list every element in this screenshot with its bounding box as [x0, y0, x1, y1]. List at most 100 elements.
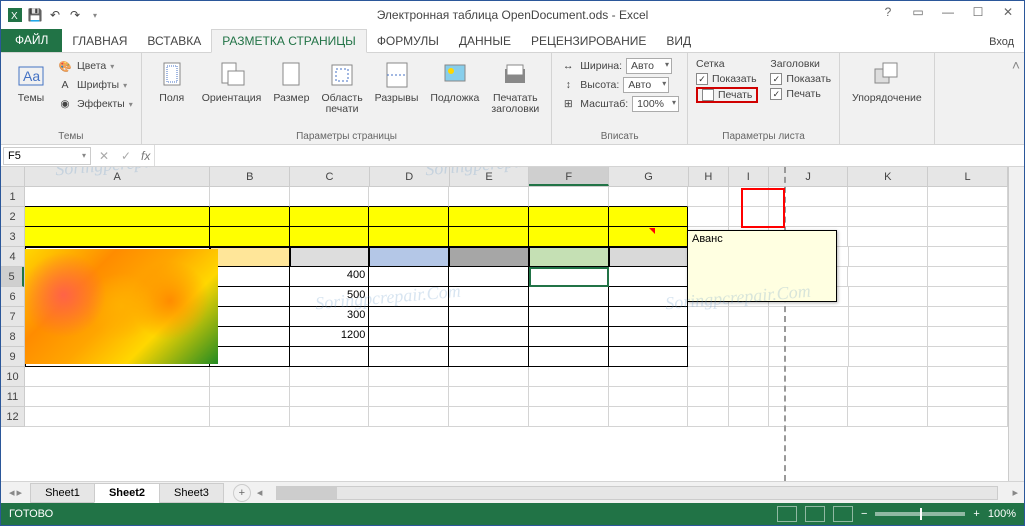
cell-E5[interactable] — [449, 267, 529, 287]
new-sheet-button[interactable]: + — [233, 484, 251, 502]
column-header-K[interactable]: K — [848, 167, 928, 186]
row-header-7[interactable]: 7 — [1, 307, 24, 327]
cell-C3[interactable] — [290, 227, 370, 247]
cell-G11[interactable] — [609, 387, 689, 407]
cell-I12[interactable] — [729, 407, 769, 427]
row-header-3[interactable]: 3 — [1, 227, 24, 247]
row-header-11[interactable]: 11 — [1, 387, 24, 407]
cell-K2[interactable] — [848, 207, 928, 227]
cell-D1[interactable] — [369, 187, 449, 207]
theme-colors-button[interactable]: 🎨Цвета▾ — [57, 57, 133, 75]
cell-C10[interactable] — [290, 367, 370, 387]
cell-A10[interactable] — [25, 367, 210, 387]
gridlines-print-checkbox[interactable]: Печать — [696, 87, 758, 103]
print-area-button[interactable]: Область печати — [317, 57, 366, 117]
scale-spinner[interactable]: 100% — [632, 96, 679, 112]
cell-E8[interactable] — [449, 327, 529, 347]
cell-E10[interactable] — [449, 367, 529, 387]
tab-home[interactable]: ГЛАВНАЯ — [62, 30, 137, 52]
cell-E1[interactable] — [449, 187, 529, 207]
minimize-icon[interactable]: — — [936, 3, 960, 21]
cell-I8[interactable] — [729, 327, 769, 347]
cell-J7[interactable] — [769, 307, 849, 327]
cell-I11[interactable] — [729, 387, 769, 407]
cell-H8[interactable] — [688, 327, 728, 347]
collapse-ribbon-icon[interactable]: ˄ — [1008, 53, 1024, 144]
comment-indicator-icon[interactable] — [649, 228, 655, 234]
zoom-in-button[interactable]: + — [973, 508, 979, 520]
height-select[interactable]: Авто — [623, 77, 669, 93]
cell-C1[interactable] — [290, 187, 370, 207]
cell-B6[interactable] — [210, 287, 290, 307]
tab-page-layout[interactable]: РАЗМЕТКА СТРАНИЦЫ — [211, 29, 367, 53]
cell-A1[interactable] — [25, 187, 210, 207]
cell-B12[interactable] — [210, 407, 290, 427]
cell-D10[interactable] — [369, 367, 449, 387]
headings-view-checkbox[interactable]: ✓Показать — [770, 72, 831, 86]
cell-C2[interactable] — [290, 207, 370, 227]
cell-G2[interactable] — [609, 207, 689, 227]
cell-K12[interactable] — [848, 407, 928, 427]
cell-I9[interactable] — [729, 347, 769, 367]
cell-C5[interactable]: 400 — [290, 267, 370, 287]
cell-I7[interactable] — [729, 307, 769, 327]
tab-insert[interactable]: ВСТАВКА — [137, 30, 211, 52]
cell-F7[interactable] — [529, 307, 609, 327]
cell-G10[interactable] — [609, 367, 689, 387]
cell-D3[interactable] — [369, 227, 449, 247]
save-icon[interactable]: 💾 — [27, 7, 43, 23]
cell-H10[interactable] — [688, 367, 728, 387]
row-header-1[interactable]: 1 — [1, 187, 24, 207]
cell-L9[interactable] — [928, 347, 1008, 367]
column-header-A[interactable]: A — [25, 167, 210, 186]
orientation-button[interactable]: Ориентация — [198, 57, 266, 106]
cell-C11[interactable] — [290, 387, 370, 407]
row-header-4[interactable]: 4 — [1, 247, 24, 267]
cell-D8[interactable] — [369, 327, 449, 347]
row-header-5[interactable]: 5 — [1, 267, 24, 287]
embedded-image[interactable] — [25, 249, 218, 364]
cell-I10[interactable] — [729, 367, 769, 387]
page-layout-view-button[interactable] — [805, 506, 825, 522]
undo-icon[interactable]: ↶ — [47, 7, 63, 23]
cell-C9[interactable] — [290, 347, 370, 367]
cell-L6[interactable] — [928, 287, 1008, 307]
column-header-D[interactable]: D — [370, 167, 450, 186]
comment-box[interactable]: Аванс — [687, 230, 837, 302]
cell-G8[interactable] — [609, 327, 689, 347]
row-header-2[interactable]: 2 — [1, 207, 24, 227]
cell-L7[interactable] — [928, 307, 1008, 327]
cell-E7[interactable] — [449, 307, 529, 327]
cell-H12[interactable] — [688, 407, 728, 427]
cell-F11[interactable] — [529, 387, 609, 407]
cell-H7[interactable] — [688, 307, 728, 327]
row-header-6[interactable]: 6 — [1, 287, 24, 307]
themes-button[interactable]: Aa Темы — [9, 57, 53, 106]
theme-fonts-button[interactable]: AШрифты▾ — [57, 76, 133, 94]
cell-L12[interactable] — [928, 407, 1008, 427]
zoom-slider[interactable] — [875, 512, 965, 516]
column-header-B[interactable]: B — [210, 167, 290, 186]
sheet-tab-1[interactable]: Sheet1 — [30, 483, 95, 503]
cell-D7[interactable] — [369, 307, 449, 327]
cell-A3[interactable] — [25, 227, 210, 247]
cell-F12[interactable] — [529, 407, 609, 427]
cell-B7[interactable] — [210, 307, 290, 327]
width-select[interactable]: Авто — [626, 58, 672, 74]
cell-L2[interactable] — [928, 207, 1008, 227]
cell-K7[interactable] — [849, 307, 929, 327]
cell-B11[interactable] — [210, 387, 290, 407]
zoom-out-button[interactable]: − — [861, 508, 867, 520]
column-header-C[interactable]: C — [290, 167, 370, 186]
cell-B9[interactable] — [210, 347, 290, 367]
cell-K3[interactable] — [848, 227, 928, 247]
cell-H2[interactable] — [688, 207, 728, 227]
cell-F8[interactable] — [529, 327, 609, 347]
cell-L3[interactable] — [928, 227, 1008, 247]
row-header-8[interactable]: 8 — [1, 327, 24, 347]
cell-A11[interactable] — [25, 387, 210, 407]
cell-G5[interactable] — [609, 267, 689, 287]
cell-E4[interactable] — [449, 247, 529, 267]
cell-L1[interactable] — [928, 187, 1008, 207]
cell-F2[interactable] — [529, 207, 609, 227]
